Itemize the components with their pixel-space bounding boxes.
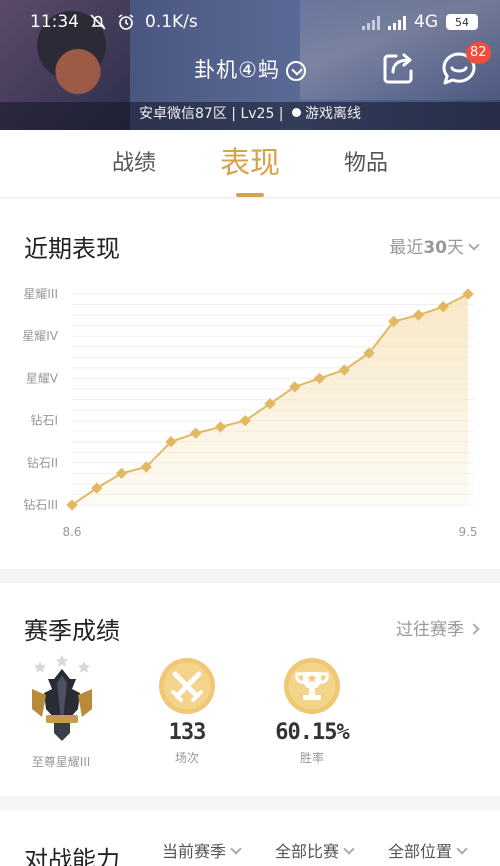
alarm-icon [118, 14, 134, 30]
ability-filters: 当前赛季 全部比赛 全部位置 [162, 838, 500, 862]
chevron-down-icon [456, 843, 468, 855]
season-title: 赛季成绩 [24, 617, 120, 645]
share-icon[interactable] [380, 50, 416, 86]
trophy-icon [284, 658, 340, 714]
rank-emblem-icon[interactable] [24, 655, 100, 749]
season-card: 赛季成绩 过往赛季 至尊星耀III 133 场次 60.15% 胜率 [0, 583, 500, 796]
ability-title: 对战能力 [24, 846, 120, 866]
x-start-label: 8.6 [62, 525, 81, 539]
games-label: 场次 [174, 751, 199, 765]
crossed-swords-icon [159, 658, 215, 714]
battery-icon: 54 [446, 14, 478, 30]
battery-level: 54 [455, 15, 469, 29]
recent-performance-card: 近期表现 最近30天 钻石III 钻石II 钻石I 星耀V 星耀IV 星耀III 8.6 9.… [0, 199, 500, 569]
chevron-down-icon [285, 61, 306, 81]
chevron-down-icon [230, 843, 242, 855]
network-speed: 0.1K/s [145, 12, 198, 32]
network-type: 4G [414, 12, 438, 32]
ability-card: 对战能力 当前赛季 全部比赛 全部位置 [0, 810, 500, 866]
signal-icon-sim1 [362, 14, 380, 30]
title-row: 卦机④蚂 82 [0, 42, 500, 90]
winrate-label: 胜率 [299, 751, 324, 765]
message-badge: 82 [466, 42, 491, 64]
tab-items[interactable]: 物品 [308, 130, 424, 197]
signal-icon-sim2 [388, 14, 406, 30]
x-end-label: 9.5 [458, 525, 477, 539]
y-tick-label: 星耀V [26, 371, 59, 385]
y-tick-label: 星耀IV [22, 329, 59, 343]
level-label: Lv25 [240, 106, 275, 122]
tab-record[interactable]: 战绩 [76, 130, 192, 197]
filter-position[interactable]: 全部位置 [388, 838, 500, 862]
status-bar: 11:34 0.1K/s 4G 54 [30, 8, 478, 36]
status-time: 11:34 [30, 12, 79, 32]
y-tick-label: 钻石II [27, 455, 58, 470]
winrate-value: 60.15% [275, 720, 349, 745]
filter-match-type[interactable]: 全部比赛 [275, 838, 388, 862]
chevron-right-icon [468, 623, 480, 635]
region-label: 安卓微信87区 [139, 106, 227, 122]
filter-season-label: 当前赛季 [162, 842, 227, 861]
rank-trend-chart: 钻石III 钻石II 钻石I 星耀V 星耀IV 星耀III 8.6 9.5 [22, 287, 477, 539]
account-info: 安卓微信87区 | Lv25 | 游戏离线 [139, 106, 361, 122]
y-tick-label: 钻石I [30, 413, 58, 428]
past-seasons-link[interactable]: 过往赛季 [396, 615, 480, 640]
games-value: 133 [168, 720, 207, 745]
filter-position-label: 全部位置 [388, 842, 453, 861]
filter-season[interactable]: 当前赛季 [162, 838, 275, 862]
tab-bar: 战绩 表现 物品 [0, 130, 500, 198]
past-seasons-label: 过往赛季 [396, 620, 464, 640]
player-name-switcher[interactable]: 卦机④蚂 [0, 54, 500, 84]
y-tick-label: 钻石III [23, 497, 58, 512]
profile-header: 11:34 0.1K/s 4G 54 卦机④蚂 82 安卓微信87区 | Lv2… [0, 0, 500, 130]
game-status: 游戏离线 [304, 106, 361, 122]
player-name: 卦机④蚂 [194, 58, 280, 82]
chevron-down-icon [343, 843, 355, 855]
tab-performance[interactable]: 表现 [192, 130, 308, 197]
filter-match-type-label: 全部比赛 [275, 842, 340, 861]
games-stat: 133 场次 [132, 658, 242, 766]
y-tick-label: 星耀III [23, 287, 58, 301]
winrate-stat: 60.15% 胜率 [257, 658, 367, 766]
mute-notification-icon [90, 14, 106, 30]
status-dot [291, 108, 301, 117]
data-point [66, 499, 78, 511]
rank-label: 至尊星耀III [31, 755, 91, 769]
